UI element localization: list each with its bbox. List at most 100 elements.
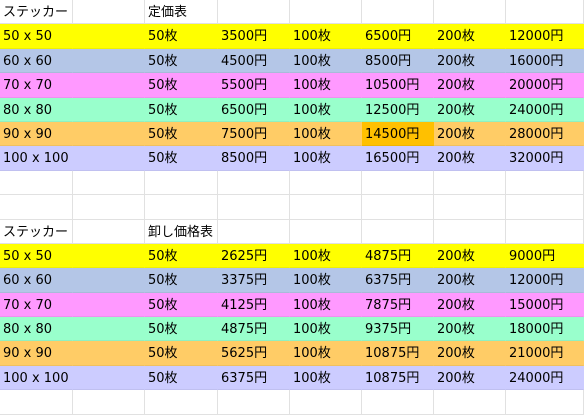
retail-header-label[interactable]: ステッカー xyxy=(0,0,73,25)
quantity-cell[interactable]: 50枚 xyxy=(145,146,218,171)
quantity-cell[interactable]: 100枚 xyxy=(290,366,362,391)
price-cell[interactable]: 8500円 xyxy=(362,49,434,74)
empty-cell[interactable] xyxy=(218,195,290,220)
quantity-cell[interactable]: 100枚 xyxy=(290,268,362,293)
empty-cell[interactable] xyxy=(506,170,584,196)
empty-cell[interactable] xyxy=(218,219,290,244)
empty-cell[interactable] xyxy=(73,341,145,366)
quantity-cell[interactable]: 200枚 xyxy=(434,49,506,74)
empty-cell[interactable] xyxy=(506,390,584,415)
price-cell[interactable]: 21000円 xyxy=(506,341,584,366)
price-cell[interactable]: 6500円 xyxy=(218,98,290,122)
empty-cell[interactable] xyxy=(73,73,145,98)
quantity-cell[interactable]: 200枚 xyxy=(434,122,506,147)
size-cell[interactable]: 90 x 90 xyxy=(0,122,73,147)
price-cell[interactable]: 7875円 xyxy=(362,293,434,318)
quantity-cell[interactable]: 200枚 xyxy=(434,146,506,171)
quantity-cell[interactable]: 200枚 xyxy=(434,98,506,122)
empty-cell[interactable] xyxy=(73,268,145,293)
price-cell[interactable]: 12000円 xyxy=(506,268,584,293)
quantity-cell[interactable]: 50枚 xyxy=(145,24,218,49)
size-cell[interactable]: 90 x 90 xyxy=(0,341,73,366)
empty-cell[interactable] xyxy=(73,146,145,171)
size-cell[interactable]: 70 x 70 xyxy=(0,73,73,98)
price-cell[interactable]: 12500円 xyxy=(362,98,434,122)
empty-cell[interactable] xyxy=(506,219,584,244)
empty-cell[interactable] xyxy=(434,170,506,196)
price-cell[interactable]: 10500円 xyxy=(362,73,434,98)
empty-cell[interactable] xyxy=(290,195,362,220)
price-cell[interactable]: 3375円 xyxy=(218,268,290,293)
price-cell[interactable]: 5625円 xyxy=(218,341,290,366)
empty-cell[interactable] xyxy=(362,170,434,196)
price-cell[interactable]: 9000円 xyxy=(506,244,584,269)
wholesale-header-label[interactable]: ステッカー xyxy=(0,219,73,244)
empty-cell[interactable] xyxy=(73,0,145,25)
price-cell[interactable]: 8500円 xyxy=(218,146,290,171)
selected-price-cell[interactable]: 14500円 xyxy=(362,121,434,147)
quantity-cell[interactable]: 200枚 xyxy=(434,24,506,49)
quantity-cell[interactable]: 100枚 xyxy=(290,24,362,49)
empty-cell[interactable] xyxy=(506,0,584,25)
size-cell[interactable]: 70 x 70 xyxy=(0,293,73,318)
retail-title[interactable]: 定価表 xyxy=(145,0,218,25)
size-cell[interactable]: 60 x 60 xyxy=(0,49,73,74)
price-cell[interactable]: 3500円 xyxy=(218,24,290,49)
empty-cell[interactable] xyxy=(73,244,145,269)
wholesale-title[interactable]: 卸し価格表 xyxy=(145,219,218,244)
size-cell[interactable]: 80 x 80 xyxy=(0,98,73,122)
quantity-cell[interactable]: 100枚 xyxy=(290,317,362,342)
size-cell[interactable]: 100 x 100 xyxy=(0,366,73,391)
price-cell[interactable]: 18000円 xyxy=(506,317,584,342)
empty-cell[interactable] xyxy=(290,219,362,244)
quantity-cell[interactable]: 100枚 xyxy=(290,146,362,171)
empty-cell[interactable] xyxy=(0,195,73,220)
empty-cell[interactable] xyxy=(73,24,145,49)
price-cell[interactable]: 9375円 xyxy=(362,317,434,342)
price-cell[interactable]: 12000円 xyxy=(506,24,584,49)
empty-cell[interactable] xyxy=(362,219,434,244)
quantity-cell[interactable]: 200枚 xyxy=(434,244,506,269)
price-cell[interactable]: 4875円 xyxy=(218,317,290,342)
size-cell[interactable]: 60 x 60 xyxy=(0,268,73,293)
empty-cell[interactable] xyxy=(290,0,362,25)
quantity-cell[interactable]: 50枚 xyxy=(145,244,218,269)
quantity-cell[interactable]: 50枚 xyxy=(145,341,218,366)
empty-cell[interactable] xyxy=(73,366,145,391)
quantity-cell[interactable]: 50枚 xyxy=(145,366,218,391)
empty-cell[interactable] xyxy=(73,390,145,415)
price-cell[interactable]: 28000円 xyxy=(506,122,584,147)
quantity-cell[interactable]: 100枚 xyxy=(290,341,362,366)
empty-cell[interactable] xyxy=(145,195,218,220)
quantity-cell[interactable]: 100枚 xyxy=(290,73,362,98)
price-cell[interactable]: 6500円 xyxy=(362,24,434,49)
empty-cell[interactable] xyxy=(290,390,362,415)
empty-cell[interactable] xyxy=(0,390,73,415)
empty-cell[interactable] xyxy=(73,195,145,220)
price-cell[interactable]: 4125円 xyxy=(218,293,290,318)
empty-cell[interactable] xyxy=(145,170,218,196)
price-cell[interactable]: 32000円 xyxy=(506,146,584,171)
price-cell[interactable]: 15000円 xyxy=(506,293,584,318)
price-cell[interactable]: 24000円 xyxy=(506,98,584,122)
quantity-cell[interactable]: 100枚 xyxy=(290,98,362,122)
size-cell[interactable]: 100 x 100 xyxy=(0,146,73,171)
empty-cell[interactable] xyxy=(506,195,584,220)
empty-cell[interactable] xyxy=(73,170,145,196)
quantity-cell[interactable]: 200枚 xyxy=(434,293,506,318)
quantity-cell[interactable]: 50枚 xyxy=(145,73,218,98)
quantity-cell[interactable]: 100枚 xyxy=(290,293,362,318)
price-cell[interactable]: 24000円 xyxy=(506,366,584,391)
price-cell[interactable]: 5500円 xyxy=(218,73,290,98)
quantity-cell[interactable]: 200枚 xyxy=(434,268,506,293)
quantity-cell[interactable]: 100枚 xyxy=(290,49,362,74)
price-cell[interactable]: 20000円 xyxy=(506,73,584,98)
empty-cell[interactable] xyxy=(218,0,290,25)
price-cell[interactable]: 16500円 xyxy=(362,146,434,171)
empty-cell[interactable] xyxy=(290,170,362,196)
empty-cell[interactable] xyxy=(73,219,145,244)
empty-cell[interactable] xyxy=(73,49,145,74)
quantity-cell[interactable]: 50枚 xyxy=(145,122,218,147)
quantity-cell[interactable]: 200枚 xyxy=(434,366,506,391)
quantity-cell[interactable]: 50枚 xyxy=(145,98,218,122)
